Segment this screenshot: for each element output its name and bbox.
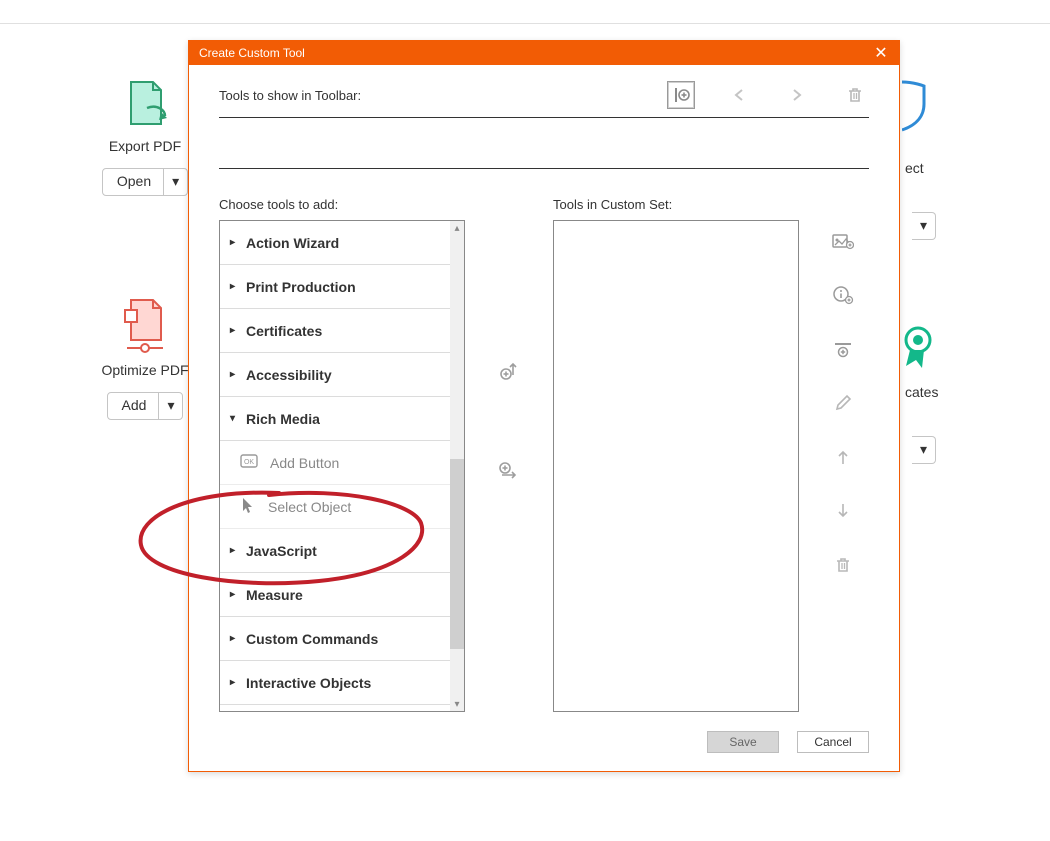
triangle-right-icon: ▸ bbox=[230, 237, 238, 248]
dialog-title-text: Create Custom Tool bbox=[199, 46, 305, 60]
toolbar-drop-area[interactable] bbox=[219, 117, 869, 169]
category-row[interactable]: ▾ Rich Media bbox=[220, 397, 450, 441]
close-icon[interactable]: ✕ bbox=[869, 41, 893, 65]
certificates-icon-fragment bbox=[902, 324, 938, 375]
category-label: Certificates bbox=[246, 323, 322, 339]
tool-item[interactable]: OK Add Button bbox=[220, 441, 450, 485]
move-left-icon[interactable] bbox=[725, 81, 753, 109]
open-split-button[interactable]: Open ▾ bbox=[102, 168, 188, 196]
add-split-button[interactable]: Add ▾ bbox=[107, 392, 184, 420]
custom-set-list[interactable] bbox=[553, 220, 799, 712]
create-custom-tool-dialog: Create Custom Tool ✕ Tools to show in To… bbox=[188, 40, 900, 772]
triangle-right-icon: ▸ bbox=[230, 281, 238, 292]
trash-icon[interactable] bbox=[841, 81, 869, 109]
triangle-down-icon: ▾ bbox=[230, 413, 238, 424]
category-label: Rich Media bbox=[246, 411, 320, 427]
divider bbox=[0, 23, 1050, 24]
move-down-icon[interactable] bbox=[829, 497, 857, 525]
category-row[interactable]: ▸ Certificates bbox=[220, 309, 450, 353]
chevron-down-icon[interactable]: ▾ bbox=[163, 169, 187, 195]
category-row[interactable]: ▸ Custom Commands bbox=[220, 617, 450, 661]
tool-label: Export PDF bbox=[100, 138, 190, 154]
category-row[interactable]: ▸ Print Production bbox=[220, 265, 450, 309]
category-label: Action Wizard bbox=[246, 235, 339, 251]
fragment-button[interactable]: ▾ bbox=[912, 422, 938, 464]
fragment-button[interactable]: ▾ bbox=[912, 198, 938, 240]
category-row[interactable]: ▸ Action Wizard bbox=[220, 221, 450, 265]
triangle-right-icon: ▸ bbox=[230, 325, 238, 336]
tool-card-optimize-pdf: Optimize PDF Add ▾ bbox=[100, 296, 190, 420]
edit-icon[interactable] bbox=[829, 389, 857, 417]
move-up-icon[interactable] bbox=[829, 443, 857, 471]
toolbar-section-label: Tools to show in Toolbar: bbox=[219, 88, 667, 103]
save-button[interactable]: Save bbox=[707, 731, 779, 753]
tool-item-label: Select Object bbox=[268, 499, 351, 515]
tool-card-export-pdf: Export PDF Open ▾ bbox=[100, 76, 190, 196]
category-row[interactable]: ▸ Interactive Objects bbox=[220, 661, 450, 705]
tool-label: Optimize PDF bbox=[100, 362, 190, 378]
category-row[interactable]: ▸ JavaScript bbox=[220, 529, 450, 573]
select-object-icon bbox=[240, 496, 256, 517]
scrollbar[interactable]: ▴ ▾ bbox=[450, 221, 464, 711]
category-label: Custom Commands bbox=[246, 631, 378, 647]
choose-tools-label: Choose tools to add: bbox=[219, 197, 465, 212]
delete-icon[interactable] bbox=[829, 551, 857, 579]
category-label: JavaScript bbox=[246, 543, 317, 559]
protect-icon-fragment bbox=[902, 76, 932, 137]
svg-text:OK: OK bbox=[244, 459, 254, 466]
tool-item[interactable]: Select Object bbox=[220, 485, 450, 529]
open-button-label: Open bbox=[103, 169, 163, 195]
cancel-button[interactable]: Cancel bbox=[797, 731, 869, 753]
optimize-pdf-icon bbox=[100, 296, 190, 356]
triangle-right-icon: ▸ bbox=[230, 545, 238, 556]
chevron-down-icon[interactable]: ▾ bbox=[158, 393, 182, 419]
fragment-label: ect bbox=[905, 160, 924, 176]
add-button-icon: OK bbox=[240, 454, 258, 471]
add-tool-icon[interactable] bbox=[495, 357, 523, 385]
category-label: Measure bbox=[246, 587, 303, 603]
add-button-label: Add bbox=[108, 393, 159, 419]
triangle-right-icon: ▸ bbox=[230, 677, 238, 688]
scroll-down-icon[interactable]: ▾ bbox=[450, 697, 464, 711]
scroll-thumb[interactable] bbox=[450, 459, 464, 649]
add-divider-icon[interactable] bbox=[829, 335, 857, 363]
move-to-set-icon[interactable] bbox=[495, 457, 523, 485]
category-label: Print Production bbox=[246, 279, 356, 295]
category-row[interactable]: ▸ Measure bbox=[220, 573, 450, 617]
triangle-right-icon: ▸ bbox=[230, 633, 238, 644]
custom-set-label: Tools in Custom Set: bbox=[553, 197, 799, 212]
scroll-up-icon[interactable]: ▴ bbox=[450, 221, 464, 235]
category-label: Accessibility bbox=[246, 367, 332, 383]
triangle-right-icon: ▸ bbox=[230, 369, 238, 380]
tool-item-label: Add Button bbox=[270, 455, 339, 471]
move-right-icon[interactable] bbox=[783, 81, 811, 109]
add-to-toolbar-icon[interactable] bbox=[667, 81, 695, 109]
fragment-label: cates bbox=[905, 384, 938, 400]
category-row[interactable]: ▸ Accessibility bbox=[220, 353, 450, 397]
add-label-icon[interactable] bbox=[829, 227, 857, 255]
triangle-right-icon: ▸ bbox=[230, 589, 238, 600]
available-tools-list[interactable]: ▸ Action Wizard ▸ Print Production ▸ Certific… bbox=[219, 220, 465, 712]
dialog-titlebar[interactable]: Create Custom Tool ✕ bbox=[189, 41, 899, 65]
category-label: Interactive Objects bbox=[246, 675, 371, 691]
add-info-icon[interactable] bbox=[829, 281, 857, 309]
export-pdf-icon bbox=[100, 76, 190, 132]
